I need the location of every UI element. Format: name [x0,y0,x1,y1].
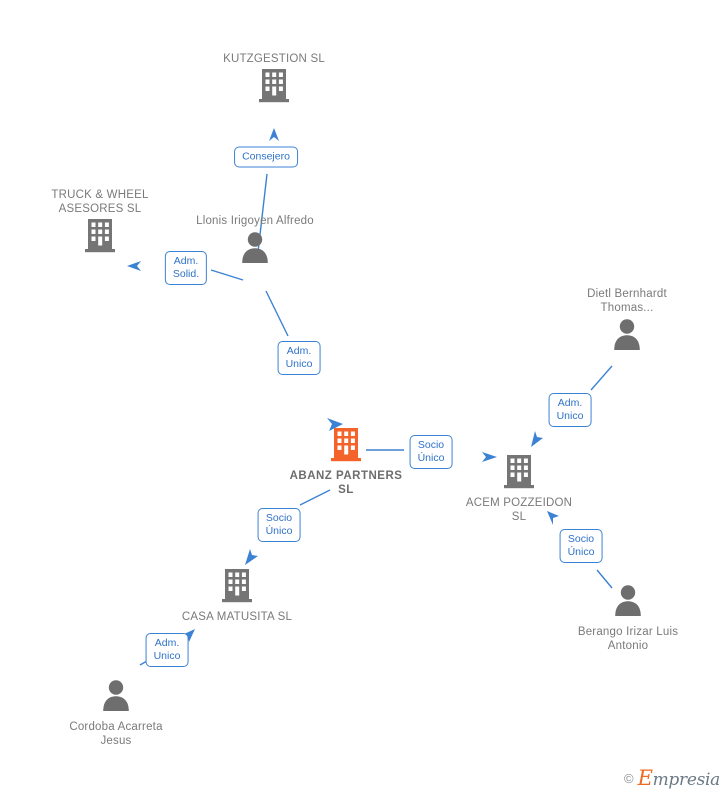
building-icon [222,569,252,603]
edge-label-berango-acem[interactable]: Socio Único [559,529,603,563]
building-icon-wrap [459,454,579,494]
person-icon-wrap [195,230,315,270]
edge-label-abanz-casa-matusita[interactable]: Socio Único [257,508,301,542]
building-icon-wrap [40,218,160,258]
edge-label-abanz-acem[interactable]: Socio Único [409,435,453,469]
building-icon-wrap [286,427,406,467]
node-kutzgestion[interactable]: KUTZGESTION SL [214,52,334,108]
edge-label-dietl-acem[interactable]: Adm. Unico [548,393,592,427]
node-dietl[interactable]: Dietl Bernhardt Thomas... [567,287,687,357]
node-acem[interactable]: ACEM POZZEIDON SL [459,454,579,524]
building-icon [85,219,115,253]
edge-line [210,269,244,281]
edge-label-llonis-kutzgestion[interactable]: Consejero [234,146,298,168]
person-icon-wrap [568,583,688,623]
building-icon [259,69,289,103]
person-icon [103,680,129,711]
copyright-symbol: © [623,770,634,786]
node-label: Llonis Irigoyen Alfredo [196,215,314,227]
brand-rest: mpresia [652,770,721,790]
relationship-diagram-canvas: KUTZGESTION SL TRUCK & WHEEL ASESORES SL L… [0,0,728,795]
arrowhead-icon [127,261,141,271]
person-icon [242,232,268,263]
node-label: KUTZGESTION SL [223,53,325,65]
node-cordoba[interactable]: Cordoba Acarreta Jesus [56,678,176,748]
node-label: ABANZ PARTNERS SL [289,470,403,496]
arrowhead-icon [245,549,258,565]
node-abanz[interactable]: ABANZ PARTNERS SL [286,427,406,497]
node-truck-wheel[interactable]: TRUCK & WHEEL ASESORES SL [40,188,160,258]
node-casa-matusita[interactable]: CASA MATUSITA SL [177,568,297,624]
edge-label-llonis-truck-wheel[interactable]: Adm. Solid. [164,251,208,285]
edge-line [590,365,613,391]
building-icon [504,455,534,489]
person-icon-wrap [567,317,687,357]
arrowhead-icon [269,128,279,141]
edge-label-cordoba-casa-matusita[interactable]: Adm. Unico [145,633,189,667]
node-label: Dietl Bernhardt Thomas... [587,288,667,314]
building-icon-wrap [177,568,297,608]
node-label: CASA MATUSITA SL [181,611,293,623]
empresia-watermark: © Empresia [624,766,720,790]
building-icon [331,428,361,462]
person-icon [615,585,641,616]
person-icon [614,319,640,350]
node-berango[interactable]: Berango Irizar Luis Antonio [568,583,688,653]
building-icon-wrap [214,68,334,108]
person-icon-wrap [56,678,176,718]
node-label: TRUCK & WHEEL ASESORES SL [51,189,149,215]
edge-label-llonis-abanz[interactable]: Adm. Unico [277,341,321,375]
brand-initial: E [637,766,653,790]
edge-line [265,290,289,337]
node-label: ACEM POZZEIDON SL [465,497,573,523]
node-label: Berango Irizar Luis Antonio [577,626,679,652]
node-llonis[interactable]: Llonis Irigoyen Alfredo [195,214,315,270]
edge-layer [127,128,613,666]
brand-wordmark: Empresia [637,766,721,790]
arrowhead-icon [531,431,543,447]
node-label: Cordoba Acarreta Jesus [69,721,163,747]
